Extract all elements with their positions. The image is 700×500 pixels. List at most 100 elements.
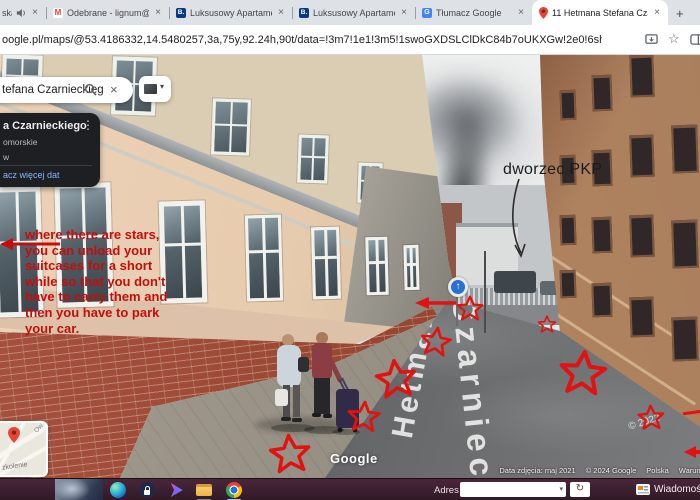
news-icon[interactable] <box>636 484 650 495</box>
booking-icon: B. <box>176 8 186 18</box>
lock-app-icon[interactable] <box>139 482 155 498</box>
building-window <box>559 90 576 121</box>
taskbar-widget-thumbnail[interactable] <box>55 479 103 500</box>
tab-partial[interactable]: skal F × <box>0 0 46 25</box>
lock-icon <box>144 490 150 495</box>
building-window <box>591 283 612 318</box>
refresh-button[interactable]: ↻ <box>570 482 590 497</box>
address-toolbar-label: Adres <box>434 485 459 496</box>
tab-close-button[interactable]: × <box>30 8 40 18</box>
red-star-annotation <box>457 295 483 321</box>
google-watermark: Google <box>330 451 378 466</box>
url-bar[interactable]: oogle.pl/maps/@53.4186332,14.5480257,3a,… <box>0 25 700 55</box>
chevron-down-icon[interactable]: ▾ <box>559 485 563 493</box>
folder-icon <box>196 487 212 496</box>
screen: skal F × M Odebrane - lignum@lignu × B. … <box>0 0 700 500</box>
booking-icon: B. <box>299 8 309 18</box>
tab-title: Luksusowy Apartament pr <box>190 8 272 18</box>
building-window <box>560 270 577 299</box>
building-window <box>629 297 654 338</box>
image-date: Data zdjęcia: maj 2021 <box>499 466 575 475</box>
tab-close-button[interactable]: × <box>153 8 163 18</box>
tab-close-button[interactable]: × <box>652 8 662 18</box>
media-app-icon[interactable] <box>168 482 184 498</box>
tab-close-button[interactable]: × <box>399 8 409 18</box>
building-window <box>591 75 612 112</box>
chrome-icon[interactable] <box>226 482 242 498</box>
copyright: © 2024 Google <box>586 466 637 475</box>
speaker-icon[interactable] <box>16 8 26 18</box>
building-window <box>629 55 654 97</box>
search-clear-icon[interactable]: × <box>110 82 118 97</box>
tab-title: Odebrane - lignum@lignu <box>67 8 149 18</box>
search-box[interactable]: tefana Czarnieckieg × <box>0 77 133 103</box>
red-arrow-right-edge <box>684 445 700 459</box>
gmail-icon: M <box>53 8 63 18</box>
red-star-annotation <box>538 315 556 333</box>
divider <box>0 165 92 166</box>
edge-icon[interactable] <box>110 482 126 498</box>
tab-close-button[interactable]: × <box>276 8 286 18</box>
tab-title: 11 Hetmana Stefana Czarn <box>552 8 648 18</box>
overflow-menu-icon[interactable]: ⋮ <box>82 118 94 132</box>
url-text[interactable]: oogle.pl/maps/@53.4186332,14.5480257,3a,… <box>2 34 602 46</box>
tab-close-button[interactable]: × <box>516 8 526 18</box>
tab-gmail[interactable]: M Odebrane - lignum@lignu × <box>47 0 169 25</box>
imagery-toggle-button[interactable]: ▾ <box>139 76 171 102</box>
building-window <box>671 220 699 269</box>
red-star-annotation <box>371 355 422 400</box>
building-window <box>245 215 283 302</box>
street-view-canvas[interactable]: Hetmana Czarnieckiego © 2022 ↑ <box>0 55 700 478</box>
red-star-annotation <box>614 402 687 432</box>
news-widget-label[interactable]: Wiadomości <box>654 484 700 495</box>
minimap[interactable]: Ow zkolenie <box>0 421 48 477</box>
file-explorer-icon[interactable] <box>196 482 212 498</box>
side-panel-icon[interactable] <box>690 33 700 51</box>
road-sign: ↑ <box>448 277 468 297</box>
building-window <box>629 215 654 258</box>
more-dates-link[interactable]: acz więcej dat <box>3 170 60 180</box>
building-window <box>403 245 419 290</box>
street-name-paint: Czarnieckiego <box>444 295 513 478</box>
country-link[interactable]: Polska <box>646 466 669 475</box>
search-icon[interactable] <box>84 83 97 101</box>
tab-translate[interactable]: G Tłumacz Google × <box>416 0 532 25</box>
translate-icon: G <box>422 8 432 18</box>
minimap-place-label: zkolenie <box>2 461 28 472</box>
building-window <box>671 317 699 362</box>
imagery-thumbnail-icon <box>144 84 157 94</box>
terms-link[interactable]: Warunki <box>679 466 700 475</box>
building-window <box>365 237 389 296</box>
address-toolbar-input[interactable]: ▾ <box>460 482 566 497</box>
lamp-post <box>484 251 486 333</box>
building-window <box>591 217 612 254</box>
install-icon[interactable] <box>645 33 658 51</box>
parked-van <box>494 271 536 293</box>
info-card-title: a Czarnieckiego <box>3 120 87 132</box>
taskbar: Adres ▾ ↻ Wiadomości <box>0 478 700 500</box>
minimap-road <box>0 441 48 477</box>
red-arrow-left <box>0 237 62 251</box>
map-pin-icon <box>8 427 20 443</box>
building-window <box>311 227 341 300</box>
new-tab-button[interactable]: + <box>676 6 684 21</box>
tab-title: skal F <box>2 8 12 18</box>
bookmark-star-icon[interactable]: ☆ <box>668 31 680 47</box>
info-card: a Czarnieckiego ⋮ omorskie w acz więcej … <box>0 113 100 187</box>
red-star-annotation <box>345 399 383 433</box>
building-window <box>211 98 251 155</box>
attribution-bar: Data zdjęcia: maj 2021 © 2024 Google Pol… <box>499 466 700 475</box>
tab-maps-active[interactable]: 11 Hetmana Stefana Czarn × <box>532 0 668 25</box>
tab-title: Luksusowy Apartament pr <box>313 8 395 18</box>
tab-strip: skal F × M Odebrane - lignum@lignu × B. … <box>0 0 700 25</box>
red-star-annotation <box>418 324 454 358</box>
station-arrow <box>504 177 532 263</box>
info-card-region: omorskie <box>3 137 37 147</box>
red-arrow-unload-spot <box>414 295 458 311</box>
red-star-annotation <box>266 431 313 475</box>
building-window <box>559 215 576 246</box>
maps-pin-icon <box>538 8 548 18</box>
chevron-down-icon: ▾ <box>160 82 164 91</box>
tab-booking-2[interactable]: B. Luksusowy Apartament pr × <box>293 0 415 25</box>
tab-booking-1[interactable]: B. Luksusowy Apartament pr × <box>170 0 292 25</box>
